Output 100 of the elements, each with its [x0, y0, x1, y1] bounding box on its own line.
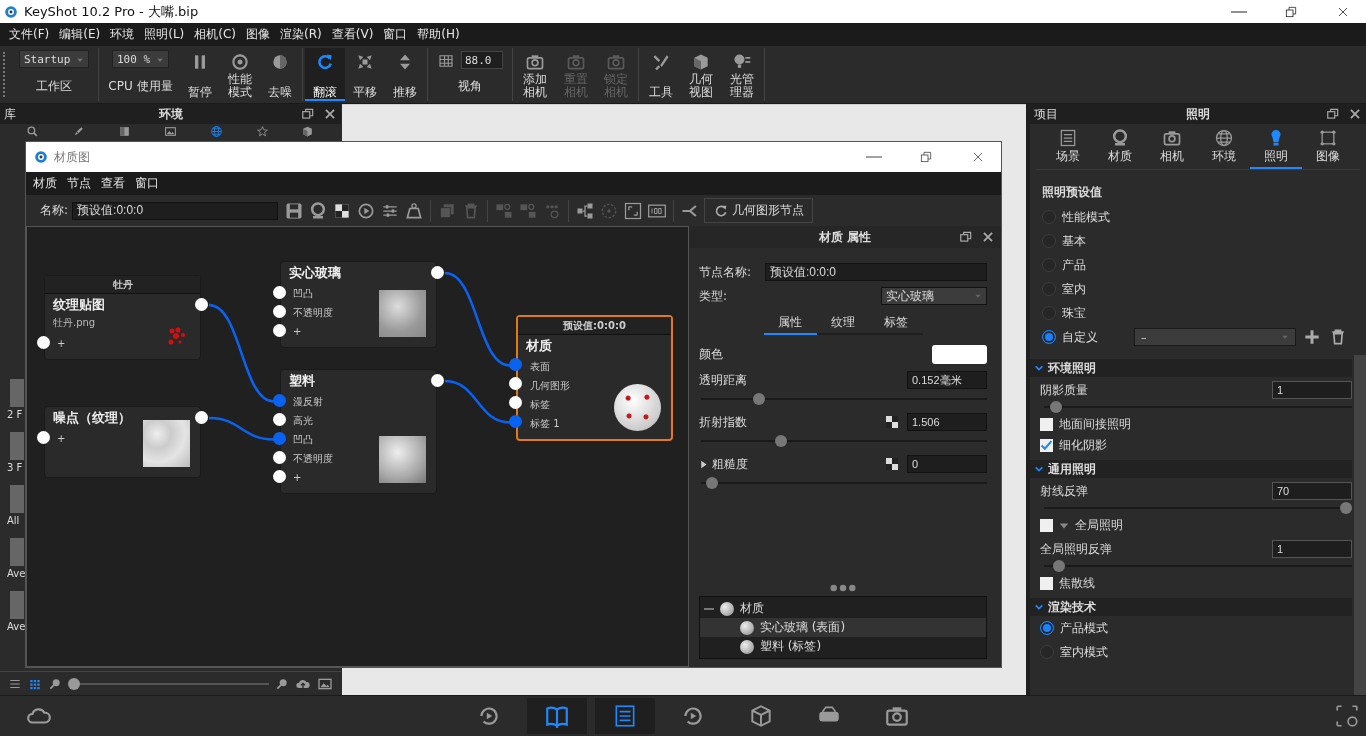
slider-thumb[interactable] — [706, 477, 719, 489]
menu-item[interactable]: 环境 — [105, 26, 140, 43]
menu-item[interactable]: 查看(V) — [326, 26, 379, 43]
menu-item[interactable]: 窗口 — [130, 175, 164, 192]
node-card[interactable]: 牡丹 纹理贴图 牡丹.png + — [44, 275, 201, 360]
environment-thumbnail[interactable] — [10, 591, 24, 619]
slider-thumb[interactable] — [68, 677, 80, 690]
zoom-in-icon[interactable] — [275, 676, 289, 691]
slider[interactable] — [701, 393, 987, 405]
menu-item[interactable]: 材质 — [28, 175, 62, 192]
slider-thumb[interactable] — [1052, 560, 1065, 572]
value-field[interactable]: 1 — [1272, 381, 1352, 399]
toolbar-button[interactable]: 推移 — [384, 48, 425, 101]
toolbar-button[interactable]: 翻滚 — [304, 48, 345, 101]
scrollbar[interactable] — [1354, 355, 1366, 695]
star-icon[interactable] — [255, 125, 269, 138]
angle-field[interactable]: 88.0 — [460, 51, 503, 69]
add-icon[interactable] — [1302, 327, 1322, 347]
environment-thumbnail[interactable] — [10, 432, 24, 460]
menu-item[interactable]: 渲染(R) — [275, 26, 327, 43]
tab[interactable]: 材质 — [1094, 128, 1146, 169]
environment-thumbnail[interactable] — [10, 379, 24, 407]
slider-thumb[interactable] — [774, 435, 787, 447]
value-field[interactable]: 70 — [1272, 482, 1352, 500]
zoom-slider[interactable] — [68, 677, 269, 690]
bottom-toolbar-button[interactable] — [527, 698, 587, 734]
dropdown[interactable]: 100 % — [111, 50, 170, 68]
undock-icon[interactable] — [301, 107, 315, 121]
tab[interactable]: 标签 — [869, 312, 923, 335]
toolbar-button[interactable]: 去噪 — [259, 48, 300, 101]
menu-item[interactable]: 照明(L) — [139, 26, 190, 43]
node-name-field[interactable]: 预设值:0:0:0 — [765, 263, 987, 281]
close-icon[interactable] — [981, 230, 995, 244]
toolbar-button[interactable]: 工具 — [641, 48, 682, 101]
value-field[interactable]: 0 — [907, 455, 987, 473]
bottom-toolbar-button[interactable] — [595, 698, 655, 734]
slider[interactable] — [1044, 502, 1352, 514]
toolbar-button[interactable]: 几何视图 — [681, 48, 722, 101]
fit-icon[interactable] — [623, 200, 644, 221]
slider-thumb[interactable] — [1049, 401, 1062, 413]
toolbar-button[interactable]: 平移 — [344, 48, 385, 101]
tab[interactable]: 纹理 — [816, 312, 870, 335]
close-icon[interactable] — [323, 107, 337, 121]
menu-item[interactable]: 图像 — [241, 26, 276, 43]
checkbox[interactable] — [1040, 519, 1053, 532]
undock-icon[interactable] — [1326, 107, 1340, 121]
menu-item[interactable]: 编辑(E) — [54, 26, 106, 43]
expand-triangle-icon[interactable] — [699, 459, 708, 469]
type-dropdown[interactable]: 实心玻璃 — [881, 287, 987, 305]
undock-icon[interactable] — [959, 230, 973, 244]
menu-item[interactable]: 查看 — [96, 175, 130, 192]
tree-item[interactable]: 塑料 (标签) — [700, 637, 986, 656]
slider[interactable] — [1044, 401, 1352, 413]
section-header[interactable]: 环境照明 — [1030, 359, 1352, 377]
slider-thumb[interactable] — [753, 393, 766, 405]
toolbar-button[interactable]: 暂停 — [179, 48, 220, 101]
slider[interactable] — [1044, 560, 1352, 572]
expand-icon[interactable] — [1334, 703, 1360, 729]
toolbar-button[interactable]: 光管理器 — [721, 48, 762, 101]
environment-thumbnail[interactable] — [10, 538, 24, 566]
menu-item[interactable]: 帮助(H) — [412, 26, 465, 43]
node-card[interactable]: 噪点（纹理） + — [44, 406, 201, 478]
slider[interactable] — [701, 477, 987, 489]
section-header[interactable]: 通用照明 — [1030, 460, 1352, 478]
checkbox[interactable] — [1040, 439, 1053, 452]
close-icon[interactable] — [1348, 107, 1362, 121]
tab[interactable]: 相机 — [1146, 128, 1198, 169]
tab[interactable]: 图像 — [1302, 128, 1354, 169]
search-icon[interactable] — [26, 125, 40, 138]
node-card[interactable]: 塑料 漫反射 高光 凹凸 不透明度 + — [280, 369, 437, 494]
texture-map-icon[interactable] — [883, 455, 901, 473]
preset-dropdown[interactable]: – — [1134, 328, 1296, 346]
node-card[interactable]: 预设值:0:0:0 材质 表面 几何图形 标签 标签 1 — [516, 315, 673, 441]
radio-button[interactable] — [1042, 330, 1056, 344]
geometry-node-button[interactable]: 几何图形节点 — [704, 198, 814, 223]
picture-icon[interactable] — [163, 125, 177, 138]
dropdown[interactable]: Startup — [19, 50, 90, 68]
environment-thumbnail[interactable] — [10, 485, 24, 513]
value-field[interactable]: 1 — [1272, 540, 1352, 558]
tab[interactable]: 场景 — [1042, 128, 1094, 169]
tab[interactable]: 照明 — [1250, 128, 1302, 169]
radio-button[interactable] — [1040, 621, 1054, 635]
zoom-out-icon[interactable] — [48, 676, 62, 691]
menu-item[interactable]: 文件(F) — [4, 26, 55, 43]
menu-item[interactable]: 相机(C) — [189, 26, 242, 43]
node-card[interactable]: 实心玻璃 凹凸 不透明度 + — [280, 261, 437, 348]
value-field[interactable]: 0.152毫米 — [907, 371, 987, 389]
toolbar-grip[interactable] — [3, 52, 7, 97]
toolbar-button[interactable]: 性能模式 — [219, 48, 260, 101]
slider-thumb[interactable] — [1340, 502, 1352, 514]
splitter-handle-icon[interactable] — [830, 584, 856, 592]
checkbox[interactable] — [1040, 577, 1053, 590]
cube-icon[interactable] — [301, 125, 315, 138]
toolbar-button[interactable]: 添加相机 — [514, 48, 556, 101]
tree-item[interactable]: 材质 — [700, 599, 986, 618]
menu-item[interactable]: 节点 — [62, 175, 96, 192]
tab[interactable]: 属性 — [763, 312, 817, 335]
brush-icon[interactable] — [72, 125, 86, 138]
tab[interactable]: 环境 — [1198, 128, 1250, 169]
slider[interactable] — [701, 435, 987, 447]
